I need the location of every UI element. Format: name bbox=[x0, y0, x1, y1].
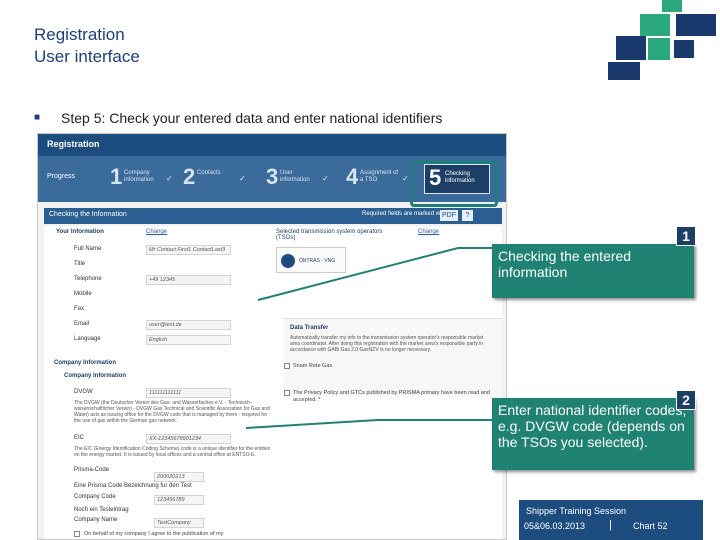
connector-line-1 bbox=[257, 247, 492, 301]
callout-1-badge: 1 bbox=[676, 226, 696, 246]
callout-1-text: Checking the entered information bbox=[498, 248, 632, 280]
callout-1: Checking the entered information 1 bbox=[492, 226, 696, 298]
callout-2-text: Enter national identifier codes, e.g. DV… bbox=[498, 402, 687, 450]
footer-separator: | bbox=[609, 519, 612, 531]
connector-line-2 bbox=[245, 419, 492, 429]
footer-chart-number: Chart 52 bbox=[633, 521, 668, 531]
callout-2: Enter national identifier codes, e.g. DV… bbox=[492, 390, 696, 470]
footer: Shipper Training Session 05&06.03.2013 |… bbox=[519, 500, 703, 540]
footer-date: 05&06.03.2013 bbox=[524, 521, 586, 531]
footer-session: Shipper Training Session bbox=[526, 506, 627, 516]
callout-2-badge: 2 bbox=[676, 390, 696, 410]
